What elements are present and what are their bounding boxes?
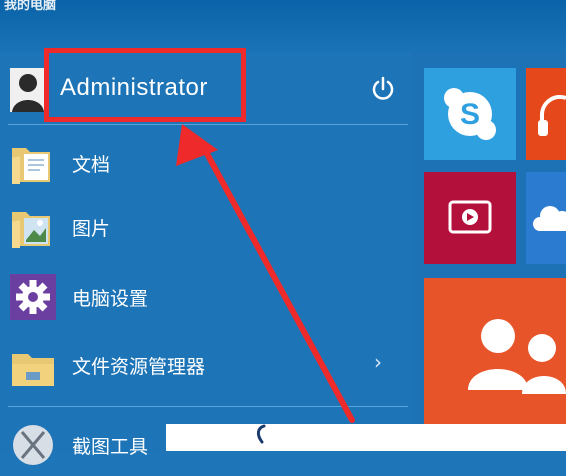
annotation-arrow — [176, 124, 355, 423]
